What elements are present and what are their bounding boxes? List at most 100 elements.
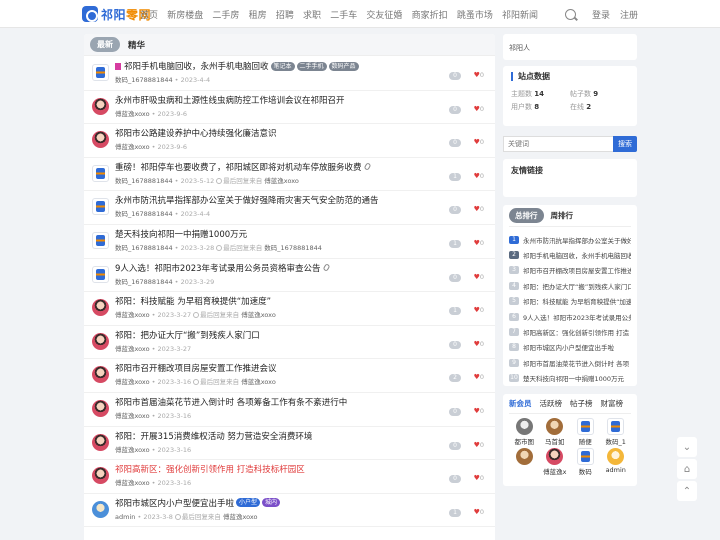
thread-title[interactable]: 永州市防汛抗旱指挥部办公室关于做好强降雨灾害天气安全防范的通告 [115, 194, 379, 206]
user-avatar[interactable] [92, 433, 109, 451]
member-avatar[interactable] [576, 448, 594, 465]
author-name[interactable]: 数码_1678881844 [115, 278, 173, 286]
last-reply-user[interactable]: 傅蓝逸xoxo [223, 513, 258, 521]
user-avatar[interactable] [92, 299, 109, 317]
member-item[interactable]: 数码_1 [601, 418, 632, 446]
author-name[interactable]: 傅蓝逸xoxo [115, 110, 150, 118]
nav-item[interactable]: 二手车 [330, 8, 357, 21]
like-count[interactable]: ♥0 [474, 306, 484, 314]
user-avatar[interactable] [92, 131, 109, 149]
user-avatar[interactable] [92, 97, 109, 115]
member-tab[interactable]: 活跃榜 [540, 398, 563, 409]
author-name[interactable]: 傅蓝逸xoxo [115, 479, 150, 487]
member-item[interactable]: 都市图 [509, 418, 540, 446]
member-item[interactable]: 随便 [570, 418, 601, 446]
like-count[interactable]: ♥0 [474, 508, 484, 516]
like-count[interactable]: ♥0 [474, 138, 484, 146]
nav-item[interactable]: 新房楼盘 [167, 8, 203, 21]
user-avatar[interactable] [92, 164, 109, 182]
thread-title[interactable]: 祁阳市城区内小户型便宜出手啦 小户型 城内 [115, 497, 281, 509]
thread-tag[interactable]: 数码产品 [328, 61, 359, 71]
nav-item[interactable]: 求职 [303, 8, 321, 21]
rank-item[interactable]: 9 祁阳市首届油菜花节进入倒计时 各项 [509, 355, 631, 370]
member-avatar[interactable] [607, 448, 625, 465]
last-reply-user[interactable]: 傅蓝逸xoxo [241, 311, 276, 319]
thread-title[interactable]: 祁阳：科技赋能 为早稻育秧提供“加速度” [115, 295, 271, 307]
author-name[interactable]: 傅蓝逸xoxo [115, 345, 150, 353]
member-tab[interactable]: 帖子榜 [570, 398, 593, 409]
rank-item[interactable]: 2 祁阳手机电脑回收，永州手机电脑回收 [509, 247, 631, 262]
rank-item[interactable]: 4 祁阳：把办证大厅“搬”到残疾人家门口 [509, 278, 631, 293]
keyword-input[interactable] [503, 136, 613, 152]
register-link[interactable]: 注册 [620, 8, 638, 21]
author-name[interactable]: admin [115, 513, 135, 521]
thread-tag[interactable]: 笔记本 [270, 61, 295, 71]
member-item[interactable]: 傅蓝逸x [540, 448, 571, 476]
tab-best[interactable]: 精华 [128, 39, 145, 51]
rank-item[interactable]: 8 祁阳市城区内小户型便宜出手啦 [509, 340, 631, 355]
thread-row[interactable]: 祁阳市公路建设养护中心持续强化廉洁意识 傅蓝逸xoxo • 2023-9-6 0 ♥0 [84, 124, 495, 158]
user-avatar[interactable] [92, 64, 109, 81]
thread-title[interactable]: 9人入选！祁阳市2023年考试录用公务员资格审查公告 [115, 262, 330, 274]
like-count[interactable]: ♥0 [474, 373, 484, 381]
like-count[interactable]: ♥0 [474, 105, 484, 113]
nav-item[interactable]: 跳蚤市场 [457, 8, 493, 21]
user-avatar[interactable] [92, 467, 109, 485]
tab-latest[interactable]: 最新 [90, 37, 120, 52]
member-avatar[interactable] [576, 418, 594, 435]
thread-tag[interactable]: 城内 [262, 498, 281, 508]
author-name[interactable]: 傅蓝逸xoxo [115, 378, 150, 386]
rank-item[interactable]: 3 祁阳市召开棚改项目房屋安置工作推进 [509, 263, 631, 278]
thread-row[interactable]: 祁阳高新区：强化创新引领作用 打造科技标杆园区 傅蓝逸xoxo • 2023-3-… [84, 460, 495, 494]
thread-title[interactable]: 祁阳市首届油菜花节进入倒计时 各项筹备工作有条不紊进行中 [115, 396, 347, 408]
rank-item[interactable]: 1 永州市防汛抗旱指挥部办公室关于做好 [509, 232, 631, 247]
thread-title[interactable]: 祁阳市召开棚改项目房屋安置工作推进会议 [115, 362, 277, 374]
thread-row[interactable]: 永州市肝吸虫病和土源性线虫病防控工作培训会议在祁阳召开 傅蓝逸xoxo • 202… [84, 91, 495, 125]
last-reply-user[interactable]: 数码_1678881844 [264, 244, 322, 252]
user-avatar[interactable] [92, 366, 109, 384]
member-tab[interactable]: 新会员 [509, 398, 532, 409]
last-reply-user[interactable]: 傅蓝逸xoxo [241, 378, 276, 386]
user-avatar[interactable] [92, 265, 109, 283]
thread-row[interactable]: 祁阳市城区内小户型便宜出手啦 小户型 城内 admin • 2023-3-8 最后回复来… [84, 494, 495, 528]
thread-row[interactable]: 永州市防汛抗旱指挥部办公室关于做好强降雨灾害天气安全防范的通告数码_167888… [84, 191, 495, 225]
nav-item[interactable]: 交友征婚 [366, 8, 402, 21]
thread-title[interactable]: 祁阳高新区：强化创新引领作用 打造科技标杆园区 [115, 463, 305, 475]
thread-title[interactable]: 祁阳手机电脑回收，永州手机电脑回收 笔记本 二手手机 数码产品 [115, 60, 359, 72]
rank-item[interactable]: 7 祁阳高新区：强化创新引领作用 打造 [509, 324, 631, 339]
member-item[interactable]: admin [601, 448, 632, 476]
member-avatar[interactable] [515, 418, 533, 435]
nav-item[interactable]: 首页 [140, 8, 158, 21]
like-count[interactable]: ♥0 [474, 205, 484, 213]
thread-row[interactable]: 9人入选！祁阳市2023年考试录用公务员资格审查公告 数码_1678881844 … [84, 259, 495, 293]
thread-title[interactable]: 祁阳：把办证大厅“搬”到残疾人家门口 [115, 329, 260, 341]
like-count[interactable]: ♥0 [474, 340, 484, 348]
thread-title[interactable]: 永州市肝吸虫病和土源性线虫病防控工作培训会议在祁阳召开 [115, 94, 345, 106]
member-item[interactable] [509, 448, 540, 476]
like-count[interactable]: ♥0 [474, 441, 484, 449]
author-name[interactable]: 数码_1678881844 [115, 210, 173, 218]
nav-item[interactable]: 租房 [249, 8, 267, 21]
thread-title[interactable]: 重磅！祁阳停车也要收费了，祁阳城区即将对机动车停放服务收费 [115, 161, 371, 173]
thread-row[interactable]: 祁阳市召开棚改项目房屋安置工作推进会议 傅蓝逸xoxo • 2023-3-16 最后… [84, 359, 495, 393]
member-avatar[interactable] [607, 418, 625, 435]
search-button[interactable]: 搜索 [613, 136, 637, 152]
login-link[interactable]: 登录 [592, 8, 610, 21]
search-icon[interactable] [564, 8, 576, 20]
member-avatar[interactable] [515, 448, 533, 465]
nav-item[interactable]: 招聘 [276, 8, 294, 21]
like-count[interactable]: ♥0 [474, 239, 484, 247]
like-count[interactable]: ♥0 [474, 474, 484, 482]
thread-row[interactable]: 祁阳手机电脑回收，永州手机电脑回收 笔记本 二手手机 数码产品数码_167888184… [84, 57, 495, 91]
rank-item[interactable]: 6 9人入选！祁阳市2023年考试录用公务 [509, 309, 631, 324]
like-count[interactable]: ♥0 [474, 172, 484, 180]
member-item[interactable]: 马首如 [540, 418, 571, 446]
thread-row[interactable]: 祁阳：科技赋能 为早稻育秧提供“加速度” 傅蓝逸xoxo • 2023-3-27 最… [84, 292, 495, 326]
like-count[interactable]: ♥0 [474, 273, 484, 281]
member-tab[interactable]: 财富榜 [601, 398, 624, 409]
rank-item[interactable]: 10 楚天科技向祁阳一中捐赠1000万元 [509, 371, 631, 386]
nav-item[interactable]: 二手房 [212, 8, 239, 21]
author-name[interactable]: 数码_1678881844 [115, 76, 173, 84]
home-icon[interactable]: ⌂ [677, 459, 697, 479]
thread-tag[interactable]: 二手手机 [296, 61, 327, 71]
